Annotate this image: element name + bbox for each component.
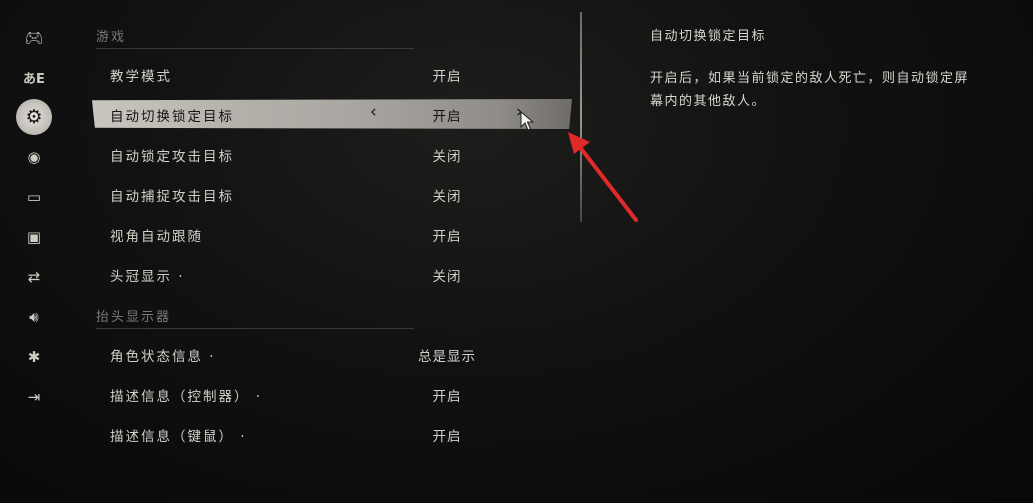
language-icon[interactable]: あE — [16, 59, 52, 95]
chevron-left-icon[interactable]: ‹ — [370, 102, 377, 122]
description-text: 开启后，如果当前锁定的敌人死亡，则自动锁定屏幕内的其他敌人。 — [650, 71, 970, 109]
setting-label: 视角自动跟随 — [110, 229, 203, 245]
setting-label: 自动锁定攻击目标 — [110, 149, 234, 165]
monitor-icon[interactable]: ▣ — [16, 219, 52, 255]
speaker-icon[interactable]: 🔊︎ — [16, 299, 52, 335]
chat-icon[interactable]: ▭ — [16, 179, 52, 215]
setting-value: 关闭 — [432, 149, 462, 165]
setting-value: 开启 — [432, 109, 462, 125]
setting-value: 开启 — [432, 389, 462, 405]
setting-label: 角色状态信息 · — [110, 349, 216, 365]
section-header-hud: 抬头显示器 — [96, 306, 414, 329]
setting-value: 总是显示 — [418, 349, 476, 365]
setting-row-camera-follow[interactable]: 视角自动跟随 开启 — [92, 219, 572, 249]
setting-row-tutorial[interactable]: 教学模式 开启 — [92, 59, 572, 89]
setting-row-auto-lock-target[interactable]: 自动锁定攻击目标 关闭 — [92, 139, 572, 169]
setting-value: 开启 — [432, 229, 462, 245]
setting-value: 关闭 — [432, 269, 462, 285]
accessibility-icon[interactable]: ✱ — [16, 339, 52, 375]
eye-icon[interactable]: ◉ — [16, 139, 52, 175]
settings-screen: 🎮︎ あE ⚙ ◉ ▭ ▣ ⇄ 🔊︎ ✱ ⇥ 游戏 教学模式 开启 自动切换锁定… — [0, 0, 1033, 503]
setting-value: 开启 — [432, 69, 462, 85]
setting-label: 教学模式 — [110, 69, 172, 85]
gear-icon[interactable]: ⚙ — [16, 99, 52, 135]
setting-label: 头冠显示 · — [110, 269, 185, 285]
setting-row-status-info[interactable]: 角色状态信息 · 总是显示 — [92, 339, 572, 369]
swap-arrows-icon[interactable]: ⇄ — [16, 259, 52, 295]
mouse-cursor-icon — [520, 111, 534, 131]
setting-label: 描述信息（键鼠） · — [110, 429, 247, 445]
setting-row-helmet-display[interactable]: 头冠显示 · 关闭 — [92, 259, 572, 289]
setting-value: 关闭 — [432, 189, 462, 205]
setting-row-auto-switch-target[interactable]: 自动切换锁定目标 ‹ 开启 › — [92, 99, 572, 129]
section-header-game: 游戏 — [96, 26, 414, 49]
exit-icon[interactable]: ⇥ — [16, 379, 52, 415]
setting-value: 开启 — [432, 429, 462, 445]
gamepad-icon[interactable]: 🎮︎ — [16, 20, 52, 56]
setting-row-desc-mouse[interactable]: 描述信息（键鼠） · 开启 — [92, 419, 572, 449]
description-title: 自动切换锁定目标 — [650, 29, 767, 44]
setting-label: 自动捕捉攻击目标 — [110, 189, 234, 205]
annotation-arrow-icon — [568, 132, 638, 222]
setting-row-desc-controller[interactable]: 描述信息（控制器） · 开启 — [92, 379, 572, 409]
setting-label: 描述信息（控制器） · — [110, 389, 263, 405]
setting-row-auto-capture-target[interactable]: 自动捕捉攻击目标 关闭 — [92, 179, 572, 209]
setting-label: 自动切换锁定目标 — [110, 109, 234, 125]
